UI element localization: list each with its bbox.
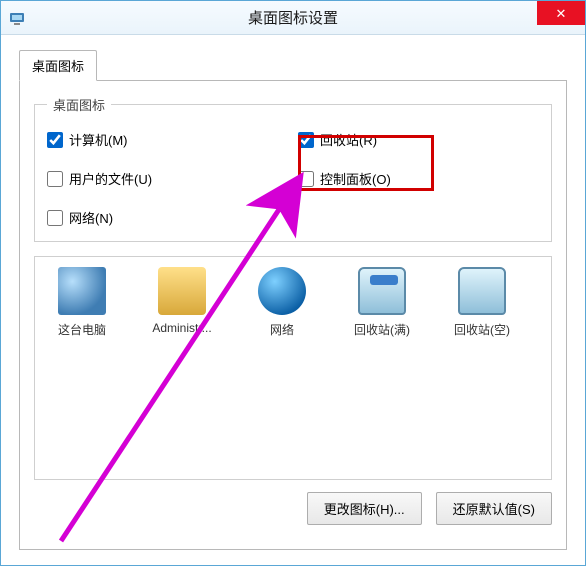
chk-controlpanel[interactable]: 控制面板(O) bbox=[298, 169, 539, 188]
icon-label: 网络 bbox=[241, 321, 323, 338]
tab-desktop-icons[interactable]: 桌面图标 bbox=[19, 50, 97, 81]
icon-network[interactable]: 网络 bbox=[241, 267, 323, 338]
icon-this-pc[interactable]: 这台电脑 bbox=[41, 267, 123, 338]
icon-recyclebin-empty[interactable]: 回收站(空) bbox=[441, 267, 523, 338]
group-legend: 桌面图标 bbox=[47, 95, 111, 114]
close-button[interactable]: ✕ bbox=[537, 1, 585, 25]
chk-network-box[interactable] bbox=[47, 210, 63, 226]
chk-recyclebin-box[interactable] bbox=[298, 132, 314, 148]
dialog-window: 桌面图标设置 ✕ 桌面图标 桌面图标 计算机(M) bbox=[0, 0, 586, 566]
client-area: 桌面图标 桌面图标 计算机(M) 回收站(R) bbox=[1, 35, 585, 550]
button-row: 更改图标(H)... 还原默认值(S) bbox=[34, 492, 552, 525]
chk-userfiles-label: 用户的文件(U) bbox=[69, 169, 152, 188]
tab-panel: 桌面图标 计算机(M) 回收站(R) 用户的文件(U) bbox=[19, 80, 567, 550]
chk-computer-box[interactable] bbox=[47, 132, 63, 148]
recyclebin-empty-icon bbox=[458, 267, 506, 315]
chk-computer-label: 计算机(M) bbox=[69, 130, 128, 149]
chk-userfiles[interactable]: 用户的文件(U) bbox=[47, 169, 288, 188]
chk-network-label: 网络(N) bbox=[69, 208, 113, 227]
icon-label: 回收站(满) bbox=[341, 321, 423, 338]
chk-recyclebin[interactable]: 回收站(R) bbox=[298, 130, 539, 149]
title-bar: 桌面图标设置 ✕ bbox=[1, 1, 585, 35]
window-title: 桌面图标设置 bbox=[248, 7, 338, 28]
close-icon: ✕ bbox=[556, 7, 567, 20]
icon-label: 这台电脑 bbox=[41, 321, 123, 338]
chk-controlpanel-label: 控制面板(O) bbox=[320, 169, 391, 188]
button-label: 更改图标(H)... bbox=[324, 502, 405, 517]
checkbox-grid: 计算机(M) 回收站(R) 用户的文件(U) 控制面板(O) bbox=[47, 130, 539, 227]
icon-label: Administr... bbox=[141, 321, 223, 335]
desktop-icons-group: 桌面图标 计算机(M) 回收站(R) 用户的文件(U) bbox=[34, 95, 552, 242]
icon-recyclebin-full[interactable]: 回收站(满) bbox=[341, 267, 423, 338]
icon-preview-panel: 这台电脑 Administr... 网络 回收站(满) bbox=[34, 256, 552, 480]
change-icon-button[interactable]: 更改图标(H)... bbox=[307, 492, 422, 525]
computer-icon bbox=[58, 267, 106, 315]
chk-controlpanel-box[interactable] bbox=[298, 171, 314, 187]
button-label: 还原默认值(S) bbox=[453, 502, 535, 517]
system-icon bbox=[9, 10, 25, 26]
icon-label: 回收站(空) bbox=[441, 321, 523, 338]
folder-icon bbox=[158, 267, 206, 315]
globe-icon bbox=[258, 267, 306, 315]
restore-default-button[interactable]: 还原默认值(S) bbox=[436, 492, 552, 525]
chk-userfiles-box[interactable] bbox=[47, 171, 63, 187]
chk-network[interactable]: 网络(N) bbox=[47, 208, 288, 227]
tab-strip: 桌面图标 桌面图标 计算机(M) 回收站(R) bbox=[19, 49, 567, 550]
recyclebin-full-icon bbox=[358, 267, 406, 315]
icon-user-folder[interactable]: Administr... bbox=[141, 267, 223, 335]
chk-recyclebin-label: 回收站(R) bbox=[320, 130, 377, 149]
tab-label: 桌面图标 bbox=[32, 59, 84, 74]
chk-computer[interactable]: 计算机(M) bbox=[47, 130, 288, 149]
